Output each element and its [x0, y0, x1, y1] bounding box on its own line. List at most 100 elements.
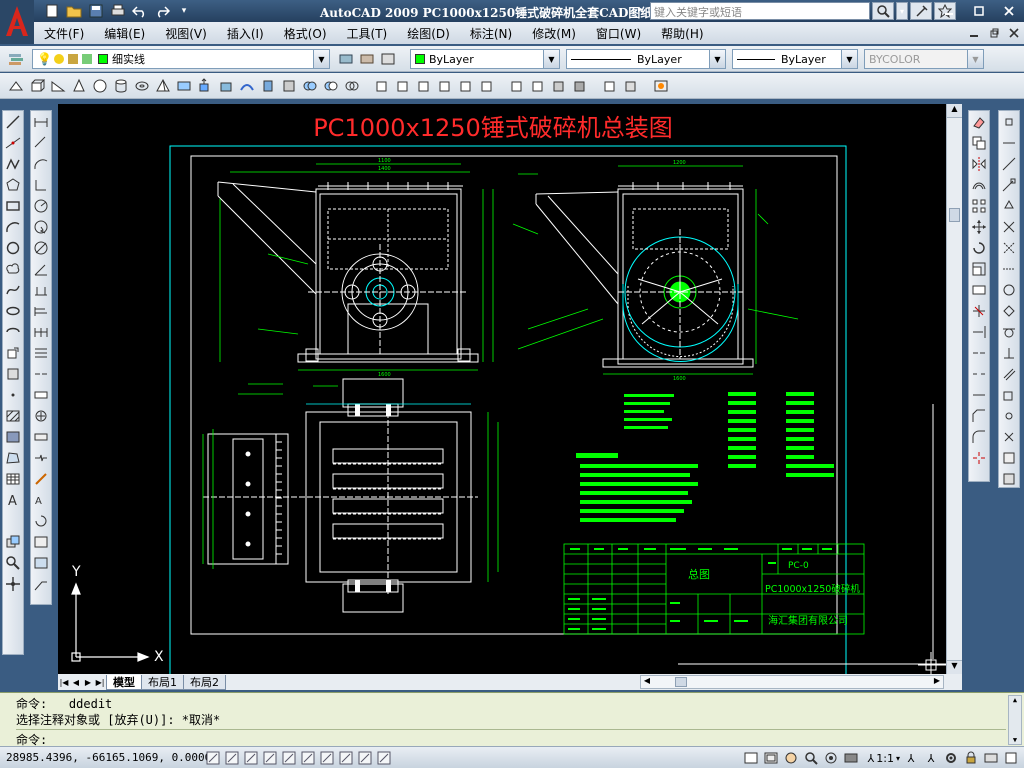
- vertical-scroll-thumb[interactable]: [949, 208, 960, 222]
- chevron-down-icon[interactable]: ▼: [313, 50, 329, 68]
- snap-midpoint-icon[interactable]: [999, 196, 1019, 216]
- object-snap-icon[interactable]: [999, 112, 1019, 132]
- pan-hand-icon[interactable]: [782, 749, 800, 767]
- print-icon[interactable]: [108, 2, 128, 20]
- explode-icon[interactable]: [969, 448, 989, 468]
- arc-icon[interactable]: [3, 217, 23, 237]
- command-scroll-up-icon[interactable]: ▲: [1009, 696, 1021, 704]
- doc-close-icon[interactable]: [1004, 22, 1024, 44]
- steering-wheel-icon[interactable]: [822, 749, 840, 767]
- minimize-icon[interactable]: [934, 0, 964, 22]
- menu-window[interactable]: 窗口(W): [586, 25, 651, 42]
- revolve-icon[interactable]: [258, 76, 278, 96]
- next-tab-icon[interactable]: ▶: [82, 675, 94, 689]
- menu-insert[interactable]: 插入(I): [217, 25, 274, 42]
- ducs-icon[interactable]: [318, 749, 336, 767]
- snap-from-icon[interactable]: [999, 154, 1019, 174]
- multileader-icon[interactable]: [31, 574, 51, 594]
- zoom-realtime-icon[interactable]: [3, 553, 23, 573]
- pan-icon[interactable]: [3, 574, 23, 594]
- check-icon[interactable]: [621, 76, 641, 96]
- 3d-move-icon[interactable]: [372, 76, 392, 96]
- render-icon[interactable]: [651, 76, 671, 96]
- osnap-settings-icon[interactable]: [999, 469, 1019, 489]
- communication-center-icon[interactable]: [910, 2, 932, 20]
- copy-icon[interactable]: [969, 133, 989, 153]
- extract-edges-icon[interactable]: [456, 76, 476, 96]
- subtract-icon[interactable]: [321, 76, 341, 96]
- snap-intersection-icon[interactable]: [999, 217, 1019, 237]
- menu-draw[interactable]: 绘图(D): [397, 25, 460, 42]
- layer-manager-icon[interactable]: [6, 49, 26, 69]
- mirror-icon[interactable]: [969, 154, 989, 174]
- annotation-scale[interactable]: ⅄ 1:1 ▾: [868, 752, 900, 765]
- qat-dropdown-icon[interactable]: ▾: [174, 2, 194, 20]
- snap-extension-icon[interactable]: [999, 259, 1019, 279]
- imprint-icon[interactable]: [477, 76, 497, 96]
- ellipse-icon[interactable]: [3, 301, 23, 321]
- dimension-break-icon[interactable]: [31, 364, 51, 384]
- plotstyle-dropdown[interactable]: BYCOLOR ▼: [864, 49, 984, 69]
- save-icon[interactable]: [86, 2, 106, 20]
- snap-apparent-icon[interactable]: [999, 238, 1019, 258]
- model-space-canvas[interactable]: PC1000x1250锤式破碎机总装图 1400 1100 1600 1200 …: [58, 104, 946, 674]
- spline-icon[interactable]: [3, 280, 23, 300]
- zoom-icon[interactable]: [802, 749, 820, 767]
- snap-quadrant-icon[interactable]: [999, 301, 1019, 321]
- snap-insert-icon[interactable]: [999, 385, 1019, 405]
- quick-properties-icon[interactable]: [375, 749, 393, 767]
- polysolid-icon[interactable]: [6, 76, 26, 96]
- box-icon[interactable]: [27, 76, 47, 96]
- first-tab-icon[interactable]: |◀: [58, 675, 70, 689]
- lock-icon[interactable]: [962, 749, 980, 767]
- break-icon[interactable]: [969, 364, 989, 384]
- jogged-linear-icon[interactable]: [31, 448, 51, 468]
- region-icon[interactable]: [3, 448, 23, 468]
- menu-format[interactable]: 格式(O): [274, 25, 337, 42]
- search-icon[interactable]: [872, 2, 894, 20]
- cone-icon[interactable]: [69, 76, 89, 96]
- join-icon[interactable]: [969, 385, 989, 405]
- prev-tab-icon[interactable]: ◀: [70, 675, 82, 689]
- sweep-icon[interactable]: [237, 76, 257, 96]
- hatch-icon[interactable]: [3, 406, 23, 426]
- table-icon[interactable]: [3, 469, 23, 489]
- application-menu-button[interactable]: [0, 0, 34, 44]
- menu-edit[interactable]: 编辑(E): [94, 25, 155, 42]
- temp-track-icon[interactable]: [999, 133, 1019, 153]
- polar-icon[interactable]: [261, 749, 279, 767]
- vertical-scrollbar[interactable]: ▲ ▼: [946, 104, 962, 674]
- new-file-icon[interactable]: [42, 2, 62, 20]
- dimension-update-icon[interactable]: [31, 511, 51, 531]
- diameter-icon[interactable]: [31, 238, 51, 258]
- pyramid-icon[interactable]: [153, 76, 173, 96]
- separate-icon[interactable]: [570, 76, 590, 96]
- color-dropdown[interactable]: ByLayer ▼: [410, 49, 560, 69]
- copy-edges-icon[interactable]: [528, 76, 548, 96]
- ortho-icon[interactable]: [242, 749, 260, 767]
- shell-icon[interactable]: [600, 76, 620, 96]
- break-at-point-icon[interactable]: [969, 343, 989, 363]
- trim-icon[interactable]: [969, 301, 989, 321]
- construction-line-icon[interactable]: [3, 133, 23, 153]
- open-folder-icon[interactable]: [64, 2, 84, 20]
- gradient-icon[interactable]: [3, 427, 23, 447]
- snap-endpoint-icon[interactable]: [999, 175, 1019, 195]
- make-object-layer-current-icon[interactable]: [336, 49, 356, 69]
- dimension-space-icon[interactable]: [31, 343, 51, 363]
- inspection-icon[interactable]: [31, 427, 51, 447]
- planar-surface-icon[interactable]: [174, 76, 194, 96]
- menu-help[interactable]: 帮助(H): [651, 25, 713, 42]
- extend-icon[interactable]: [969, 322, 989, 342]
- polyline-icon[interactable]: [3, 154, 23, 174]
- annotation-visibility-icon[interactable]: ⅄: [902, 749, 920, 767]
- baseline-icon[interactable]: [31, 301, 51, 321]
- scroll-down-arrow-icon[interactable]: ▼: [947, 660, 962, 674]
- osnap-icon[interactable]: [280, 749, 298, 767]
- draw-order-icon[interactable]: [3, 532, 23, 552]
- model-space-icon[interactable]: [742, 749, 760, 767]
- extrude-icon[interactable]: [195, 76, 215, 96]
- fillet-icon[interactable]: [969, 427, 989, 447]
- dimension-edit-icon[interactable]: [31, 469, 51, 489]
- sphere-icon[interactable]: [90, 76, 110, 96]
